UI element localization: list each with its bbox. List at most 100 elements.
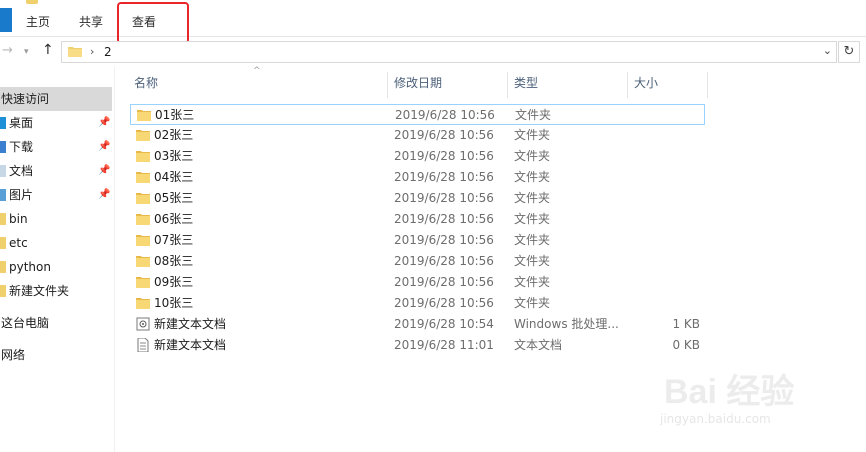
column-divider[interactable] [627,72,628,98]
chevron-right-icon[interactable]: › [90,45,94,58]
nav-item-label: 图片 [9,188,34,202]
sort-ascending-icon: ^ [253,66,261,76]
nav-item-bin[interactable]: bin [0,207,112,231]
pin-icon[interactable]: 📌 [98,135,110,159]
watermark-url: jingyan.baidu.com [660,412,771,426]
nav-item-label: etc [9,236,28,250]
nav-item-new-folder[interactable]: 新建文件夹 [0,279,112,303]
quick-access-folder-icon [26,0,38,4]
nav-item-documents[interactable]: 文档 📌 [0,159,112,183]
batch-file-icon [136,317,150,331]
recent-locations-chevron-icon[interactable]: ▾ [24,47,29,57]
folder-icon [137,110,151,121]
pin-icon[interactable]: 📌 [98,111,110,135]
nav-item-etc[interactable]: etc [0,231,112,255]
tab-share[interactable]: 共享 [79,13,103,30]
tab-view[interactable]: 查看 [132,13,156,30]
file-row[interactable]: 新建文本文档 2019/6/28 11:01 文本文档 0 KB [130,335,704,356]
file-type: 文件夹 [514,191,551,205]
file-date: 2019/6/28 10:56 [394,149,494,163]
file-date: 2019/6/28 10:56 [394,296,494,310]
nav-item-network[interactable]: 网络 [0,343,112,367]
file-row[interactable]: 02张三 2019/6/28 10:56 文件夹 [130,125,704,146]
file-row[interactable]: 01张三 2019/6/28 10:56 文件夹 [130,104,705,125]
refresh-icon: ↻ [843,44,855,59]
file-size: 1 KB [672,317,700,331]
file-row[interactable]: 10张三 2019/6/28 10:56 文件夹 [130,293,704,314]
file-type: 文件夹 [514,233,551,247]
nav-item-label: 下载 [9,140,34,154]
file-name: 04张三 [154,170,194,184]
file-name: 02张三 [154,128,194,142]
column-divider[interactable] [707,72,708,98]
file-name: 07张三 [154,233,194,247]
file-type: 文件夹 [514,254,551,268]
column-header-name[interactable]: 名称 [134,68,158,98]
file-type: 文件夹 [514,296,551,310]
nav-item-python[interactable]: python [0,255,112,279]
folder-icon [0,213,6,225]
address-row: → ▾ ↑ › 2 ⌄ ↻ [0,37,866,67]
folder-icon [0,237,6,249]
file-date: 2019/6/28 10:56 [394,275,494,289]
folder-icon [136,151,150,162]
nav-item-desktop[interactable]: 桌面 📌 [0,111,112,135]
nav-item-label: 网络 [1,348,26,362]
column-divider[interactable] [507,72,508,98]
nav-item-quick-access[interactable]: 快速访问 [0,87,112,111]
pin-icon[interactable]: 📌 [98,159,110,183]
file-row[interactable]: 03张三 2019/6/28 10:56 文件夹 [130,146,704,167]
file-row[interactable]: 04张三 2019/6/28 10:56 文件夹 [130,167,704,188]
address-path[interactable]: 2 [104,45,112,59]
up-arrow-icon[interactable]: ↑ [42,42,54,58]
file-name: 01张三 [155,108,195,122]
address-bar[interactable]: › 2 ⌄ [61,41,837,63]
file-date: 2019/6/28 10:56 [394,128,494,142]
chevron-down-icon[interactable]: ⌄ [823,44,832,57]
file-row[interactable]: 新建文本文档 2019/6/28 10:54 Windows 批处理... 1 … [130,314,704,335]
folder-icon [68,47,82,57]
folder-icon [136,130,150,141]
column-divider[interactable] [387,72,388,98]
pictures-icon [0,189,6,201]
nav-item-label: 文档 [9,164,34,178]
file-size: 0 KB [672,338,700,352]
nav-item-pictures[interactable]: 图片 📌 [0,183,112,207]
file-row[interactable]: 06张三 2019/6/28 10:56 文件夹 [130,209,704,230]
folder-icon [136,235,150,246]
file-date: 2019/6/28 10:56 [394,170,494,184]
file-name: 10张三 [154,296,194,310]
file-row[interactable]: 09张三 2019/6/28 10:56 文件夹 [130,272,704,293]
folder-icon [136,277,150,288]
file-type: 文件夹 [514,128,551,142]
file-row[interactable]: 05张三 2019/6/28 10:56 文件夹 [130,188,704,209]
file-name: 08张三 [154,254,194,268]
file-date: 2019/6/28 10:56 [395,108,495,122]
folder-icon [136,214,150,225]
desktop-icon [0,117,6,129]
file-date: 2019/6/28 10:56 [394,254,494,268]
file-name: 09张三 [154,275,194,289]
baidu-jingyan-watermark: Bai 经验 jingyan.baidu.com [660,364,860,434]
back-arrow-icon[interactable]: → [2,43,13,58]
file-type: 文件夹 [514,212,551,226]
file-row[interactable]: 07张三 2019/6/28 10:56 文件夹 [130,230,704,251]
file-tab[interactable] [0,8,12,32]
file-name: 06张三 [154,212,194,226]
file-date: 2019/6/28 10:54 [394,317,494,331]
pin-icon[interactable]: 📌 [98,183,110,207]
file-name: 03张三 [154,149,194,163]
file-row[interactable]: 08张三 2019/6/28 10:56 文件夹 [130,251,704,272]
refresh-button[interactable]: ↻ [838,41,860,63]
column-header-size[interactable]: 大小 [634,68,658,98]
documents-icon [0,165,6,177]
file-name: 05张三 [154,191,194,205]
column-header-date[interactable]: 修改日期 [394,68,442,98]
folder-icon [136,298,150,309]
tab-home[interactable]: 主页 [26,13,50,30]
nav-item-downloads[interactable]: 下载 📌 [0,135,112,159]
nav-item-this-pc[interactable]: 这台电脑 [0,311,112,335]
navigation-pane: 快速访问 桌面 📌 下载 📌 文档 📌 图片 📌 bin etc python … [0,67,115,452]
nav-item-label: 快速访问 [1,92,50,106]
column-header-type[interactable]: 类型 [514,68,538,98]
